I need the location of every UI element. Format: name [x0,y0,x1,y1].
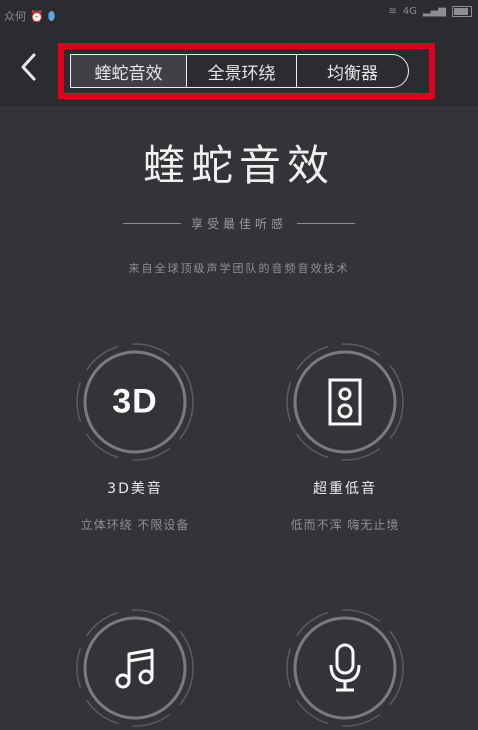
feature-circle: 3D [73,340,197,464]
feature-name: 超重低音 [313,481,377,497]
wifi-icon: ≋ [388,6,397,17]
subtitle-divider-right [297,222,355,224]
hero-title: 蝰蛇音效 [142,141,335,190]
back-button[interactable] [14,52,44,86]
speaker-icon [328,378,362,426]
feature-circle [283,340,407,464]
feature-music[interactable] [60,606,210,730]
top-bar: 蝰蛇音效 全景环绕 均衡器 [0,34,478,106]
subtitle-text: 享受最佳听感 [190,216,287,231]
bluetooth-icon: ⬮ [47,8,56,23]
status-right: ≋ 4G ▂▄▆ [388,6,472,17]
back-icon [21,53,36,81]
alarm-icon: ⏰ [30,9,44,23]
battery-icon [452,6,472,17]
status-text: 众何 [4,10,26,23]
subtitle-row: 享受最佳听感 [0,213,478,233]
tab-group: 蝰蛇音效 全景环绕 均衡器 [70,54,409,88]
music-note-icon [115,648,154,689]
tab-viper-effect[interactable]: 蝰蛇音效 [71,55,186,87]
feature-voice[interactable] [270,606,420,730]
microphone-icon [329,643,361,692]
network-label: 4G [402,6,417,17]
feature-name: 3D美音 [107,481,163,497]
status-bar: 众何 ⏰ ⬮ ≋ 4G ▂▄▆ [0,0,478,34]
feature-subtext: 立体环绕 不限设备 [80,518,190,532]
feature-subtext: 低而不浑 嗨无止境 [290,518,400,532]
signal-icon: ▂▄▆ [422,6,446,17]
feature-circle [73,606,197,730]
tab-surround[interactable]: 全景环绕 [186,55,296,87]
feature-circle [283,606,407,730]
feature-3d[interactable]: 3D 3D美音 立体环绕 不限设备 [60,340,210,533]
subtitle-divider-left [122,222,181,224]
3d-icon: 3D [112,382,158,421]
status-left: 众何 ⏰ ⬮ [4,8,55,24]
tab-equalizer[interactable]: 均衡器 [296,55,408,87]
feature-super-bass[interactable]: 超重低音 低而不浑 嗨无止境 [270,340,420,533]
hero-description: 来自全球顶级声学团队的音频音效技术 [128,262,350,275]
